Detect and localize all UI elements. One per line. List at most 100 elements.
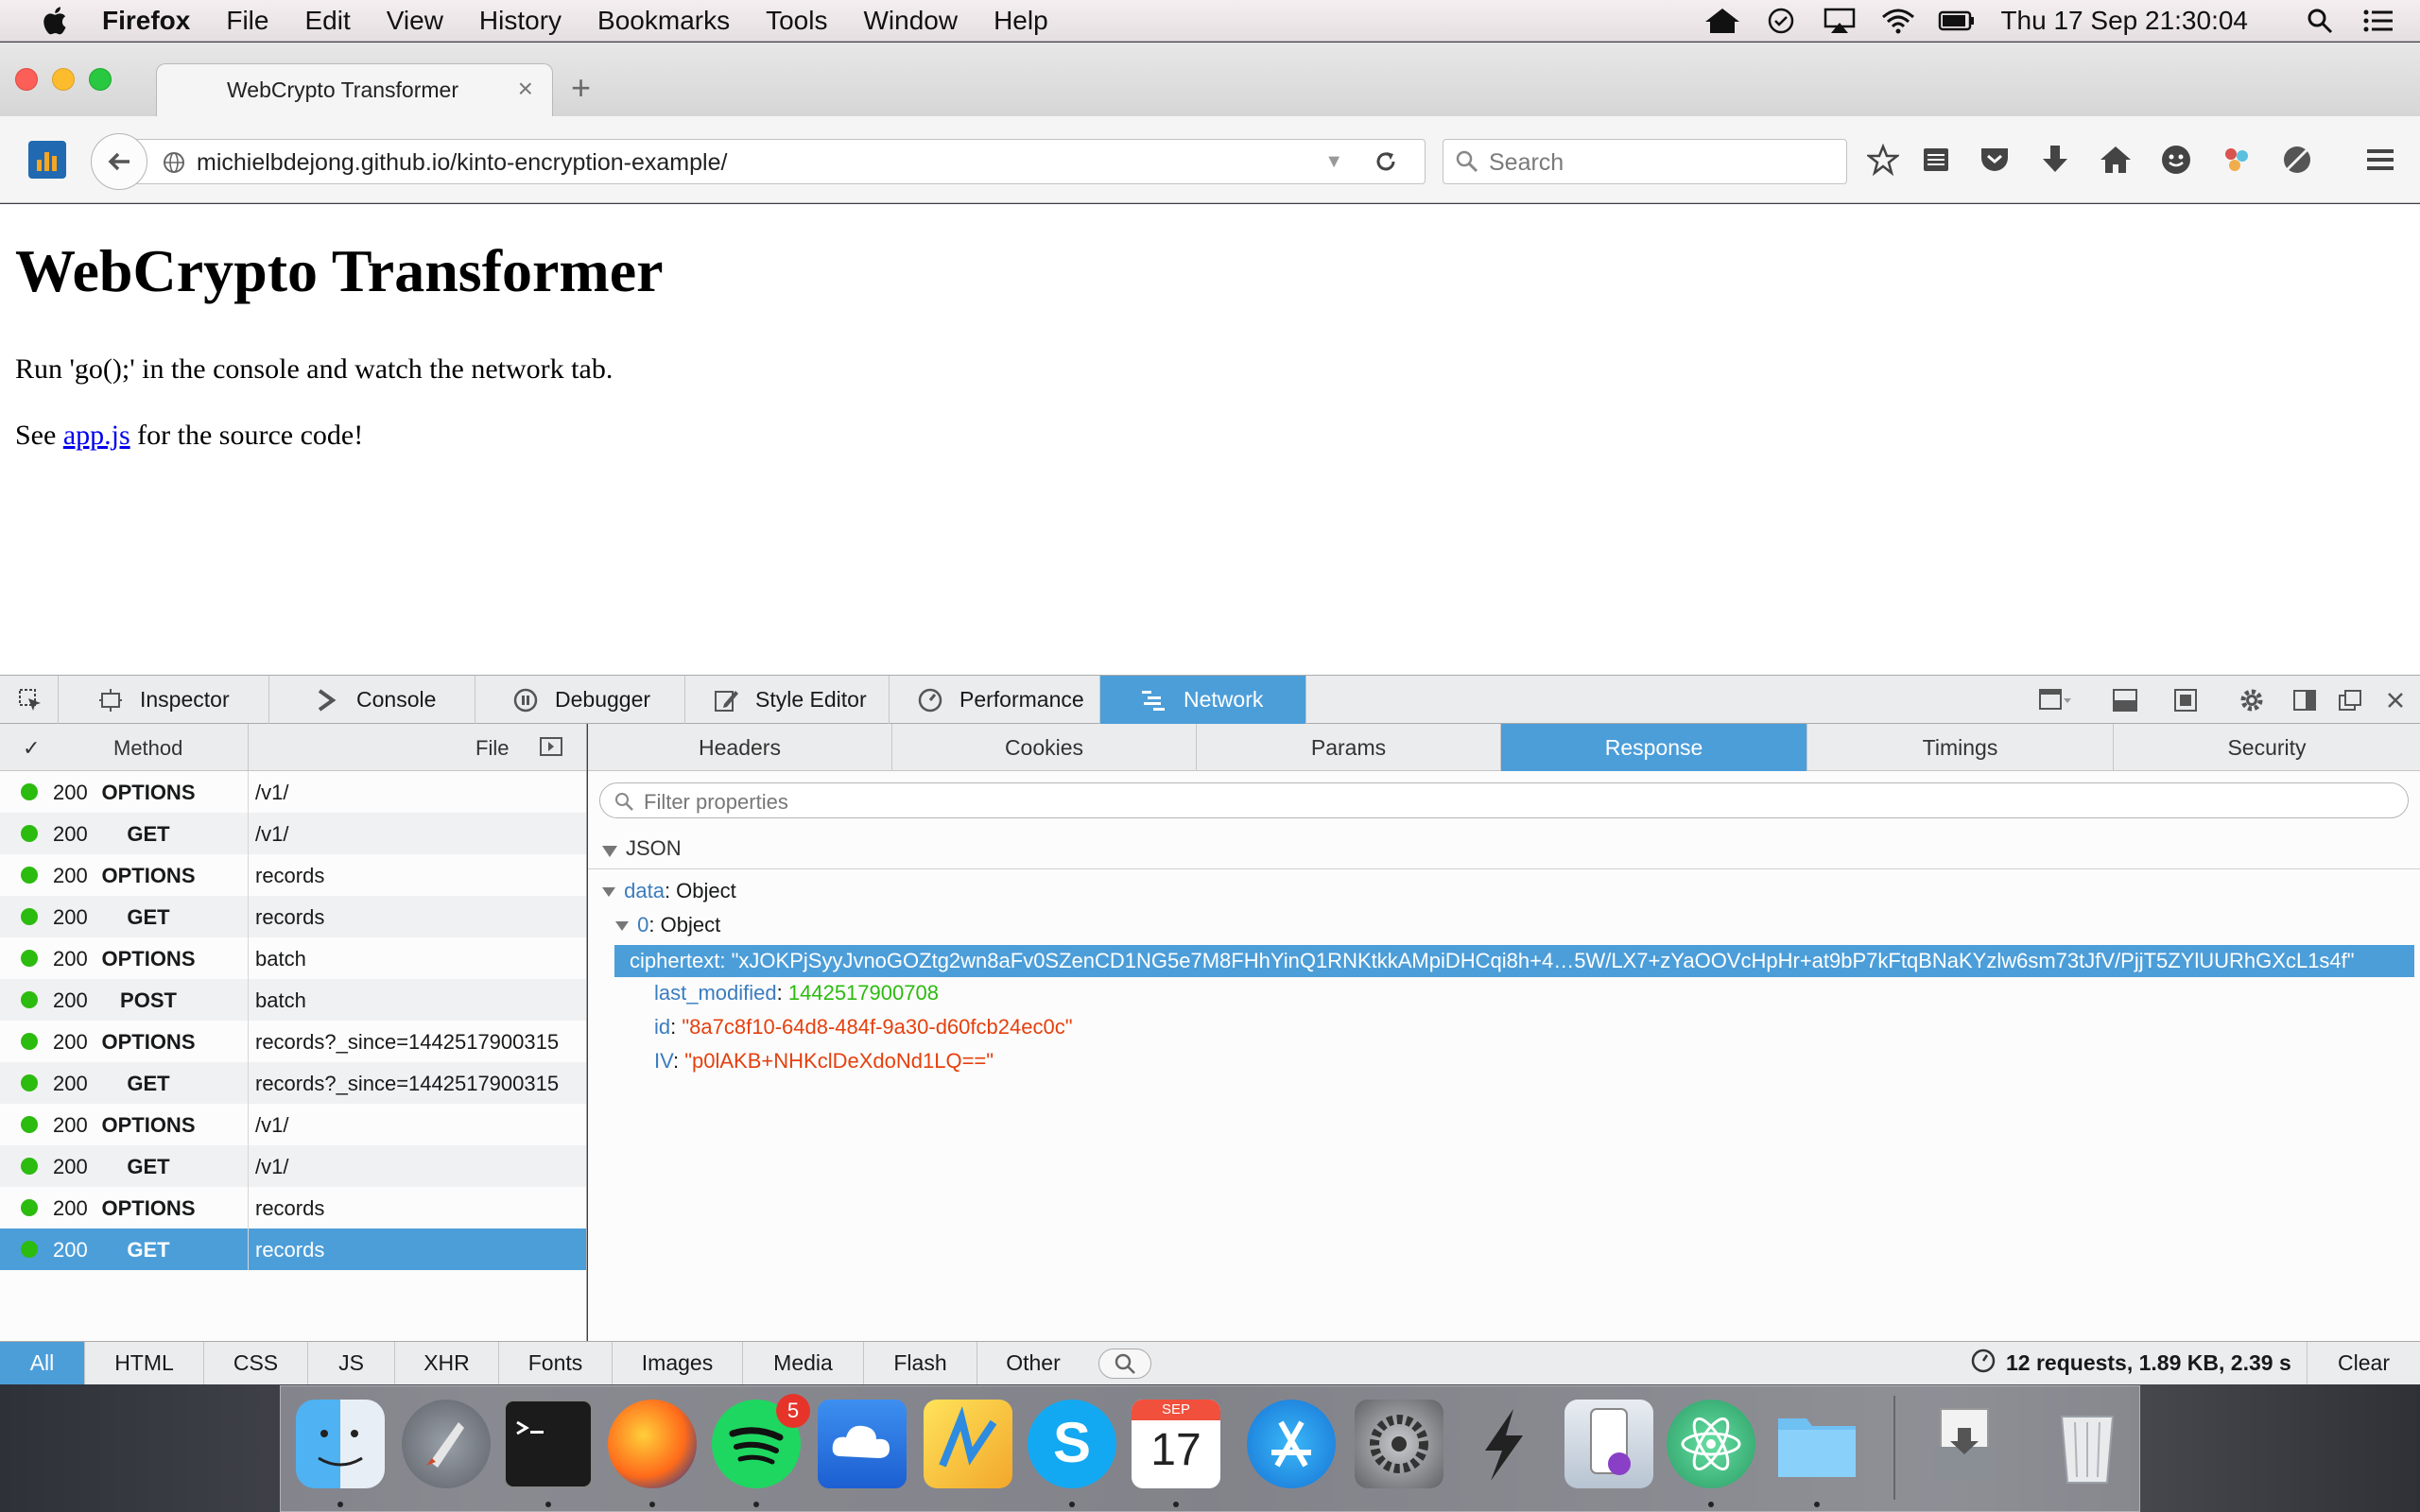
split-console-icon[interactable] — [2108, 683, 2142, 717]
collapse-triangle-icon[interactable] — [601, 839, 618, 864]
json-row-last-modified[interactable]: last_modified: 1442517900708 — [654, 981, 939, 1013]
spotlight-search-icon[interactable] — [2301, 7, 2339, 35]
menu-app-firefox[interactable]: Firefox — [102, 6, 190, 36]
tab-timings[interactable]: Timings — [1807, 724, 2114, 771]
request-row[interactable]: 200 GET records — [0, 896, 586, 937]
json-section-header[interactable]: JSON — [588, 826, 2420, 869]
status-column-header[interactable]: ✓ — [23, 736, 40, 761]
system-preferences-icon[interactable] — [1355, 1400, 1443, 1488]
request-row[interactable]: 200 GET/v1/ — [0, 1145, 586, 1187]
request-row[interactable]: 200 GET/v1/ — [0, 813, 586, 854]
tab-style-editor[interactable]: Style Editor — [685, 676, 890, 724]
expand-triangle-icon[interactable] — [614, 913, 631, 937]
menu-edit[interactable]: Edit — [304, 6, 350, 36]
filter-images-button[interactable]: Images — [613, 1342, 743, 1384]
menu-tools[interactable]: Tools — [766, 6, 827, 36]
url-text[interactable]: michielbdejong.github.io/kinto-encryptio… — [197, 149, 727, 177]
app-store-icon[interactable] — [1247, 1400, 1336, 1488]
skype-icon[interactable]: S — [1028, 1400, 1116, 1488]
apple-menu-icon[interactable] — [40, 6, 68, 36]
scratchpad-icon[interactable] — [2169, 683, 2203, 717]
request-row[interactable]: 200 OPTIONS records — [0, 1187, 586, 1228]
hamburger-menu-icon[interactable] — [2361, 141, 2399, 179]
expand-triangle-icon[interactable] — [601, 879, 618, 903]
undock-window-icon[interactable] — [2333, 683, 2367, 717]
url-history-dropdown-icon[interactable]: ▼ — [1324, 151, 1343, 173]
finder-icon[interactable] — [296, 1400, 385, 1488]
pocket-icon[interactable] — [1976, 141, 2014, 179]
url-bar[interactable]: michielbdejong.github.io/kinto-encryptio… — [132, 139, 1426, 184]
toggle-sidebar-icon[interactable] — [539, 735, 563, 764]
task-check-icon[interactable] — [1762, 7, 1800, 35]
json-row-ciphertext-selected[interactable]: ciphertext: "xJOKPjSyyJvnoGOZtg2wn8aFv0S… — [614, 945, 2414, 977]
tab-debugger[interactable]: Debugger — [475, 676, 685, 724]
element-picker-button[interactable] — [0, 676, 59, 724]
window-minimize-button[interactable] — [52, 68, 75, 91]
battery-icon[interactable] — [1938, 7, 1976, 35]
request-row-selected[interactable]: 200 GET records — [0, 1228, 586, 1270]
filter-xhr-button[interactable]: XHR — [395, 1342, 499, 1384]
bookmark-star-icon[interactable] — [1864, 141, 1902, 179]
wifi-icon[interactable] — [1879, 7, 1917, 35]
terminal-icon[interactable] — [504, 1400, 593, 1488]
request-row[interactable]: 200 GET records?_since=1442517900315 — [0, 1062, 586, 1104]
filter-other-button[interactable]: Other — [977, 1342, 1089, 1384]
hello-chat-icon[interactable] — [2157, 141, 2195, 179]
json-row-index[interactable]: 0: Object — [614, 913, 720, 945]
filter-css-button[interactable]: CSS — [204, 1342, 308, 1384]
tab-close-icon[interactable]: × — [518, 74, 533, 104]
atom-icon[interactable] — [1667, 1400, 1755, 1488]
request-row[interactable]: 200 POST batch — [0, 979, 586, 1021]
tracking-protection-icon[interactable] — [2278, 141, 2316, 179]
json-row-data[interactable]: data: Object — [601, 879, 736, 911]
app-js-link[interactable]: app.js — [63, 420, 130, 451]
notification-center-icon[interactable] — [2360, 7, 2397, 35]
back-button[interactable] — [91, 133, 147, 190]
filter-flash-button[interactable]: Flash — [864, 1342, 977, 1384]
reeder-icon[interactable] — [1459, 1400, 1547, 1488]
maps-app-icon[interactable] — [924, 1400, 1012, 1488]
tab-inspector[interactable]: Inspector — [59, 676, 269, 724]
filter-properties-input[interactable]: Filter properties — [599, 782, 2409, 818]
calendar-icon[interactable]: SEP 17 — [1132, 1400, 1220, 1488]
json-row-id[interactable]: id: "8a7c8f10-64d8-484f-9a30-d60fcb24ec0… — [654, 1015, 1073, 1047]
home-icon[interactable] — [2097, 141, 2135, 179]
menu-history[interactable]: History — [479, 6, 562, 36]
request-row[interactable]: 200 OPTIONS batch — [0, 937, 586, 979]
filter-html-button[interactable]: HTML — [85, 1342, 204, 1384]
search-bar[interactable]: Search — [1443, 139, 1847, 184]
filter-js-button[interactable]: JS — [308, 1342, 395, 1384]
filter-media-button[interactable]: Media — [743, 1342, 864, 1384]
menubar-clock[interactable]: Thu 17 Sep 21:30:04 — [2000, 6, 2248, 36]
request-row[interactable]: 200 OPTIONS/v1/ — [0, 1104, 586, 1145]
close-devtools-icon[interactable] — [2378, 683, 2412, 717]
bookmarks-menu-icon[interactable] — [1917, 141, 1955, 179]
tab-cookies[interactable]: Cookies — [892, 724, 1197, 771]
menu-bookmarks[interactable]: Bookmarks — [597, 6, 730, 36]
window-zoom-button[interactable] — [89, 68, 112, 91]
downloads-icon[interactable] — [2036, 141, 2074, 179]
reload-icon[interactable] — [1374, 149, 1398, 179]
dock-side-icon[interactable] — [2288, 683, 2322, 717]
menu-window[interactable]: Window — [863, 6, 958, 36]
file-column-header[interactable]: File — [475, 736, 509, 761]
menu-view[interactable]: View — [387, 6, 443, 36]
devtools-settings-gear-icon[interactable] — [2235, 683, 2269, 717]
cloud-app-icon[interactable] — [818, 1400, 907, 1488]
new-tab-button[interactable]: + — [571, 71, 591, 105]
filter-all-button[interactable]: All — [0, 1342, 85, 1384]
tab-console[interactable]: Console — [269, 676, 475, 724]
window-close-button[interactable] — [15, 68, 38, 91]
responsive-design-icon[interactable] — [2038, 683, 2072, 717]
column-divider[interactable] — [248, 724, 249, 771]
trash-icon[interactable] — [2043, 1400, 2132, 1488]
tab-security[interactable]: Security — [2114, 724, 2420, 771]
tab-network[interactable]: Network — [1100, 676, 1306, 724]
airplay-icon[interactable] — [1821, 7, 1858, 35]
downloads-icon[interactable] — [1920, 1400, 2009, 1488]
method-column-header[interactable]: Method — [113, 736, 182, 761]
request-row[interactable]: 200 OPTIONS/v1/ — [0, 771, 586, 813]
tab-headers[interactable]: Headers — [588, 724, 892, 771]
addon-puzzle-icon[interactable] — [2218, 141, 2256, 179]
clear-button[interactable]: Clear — [2307, 1342, 2420, 1384]
